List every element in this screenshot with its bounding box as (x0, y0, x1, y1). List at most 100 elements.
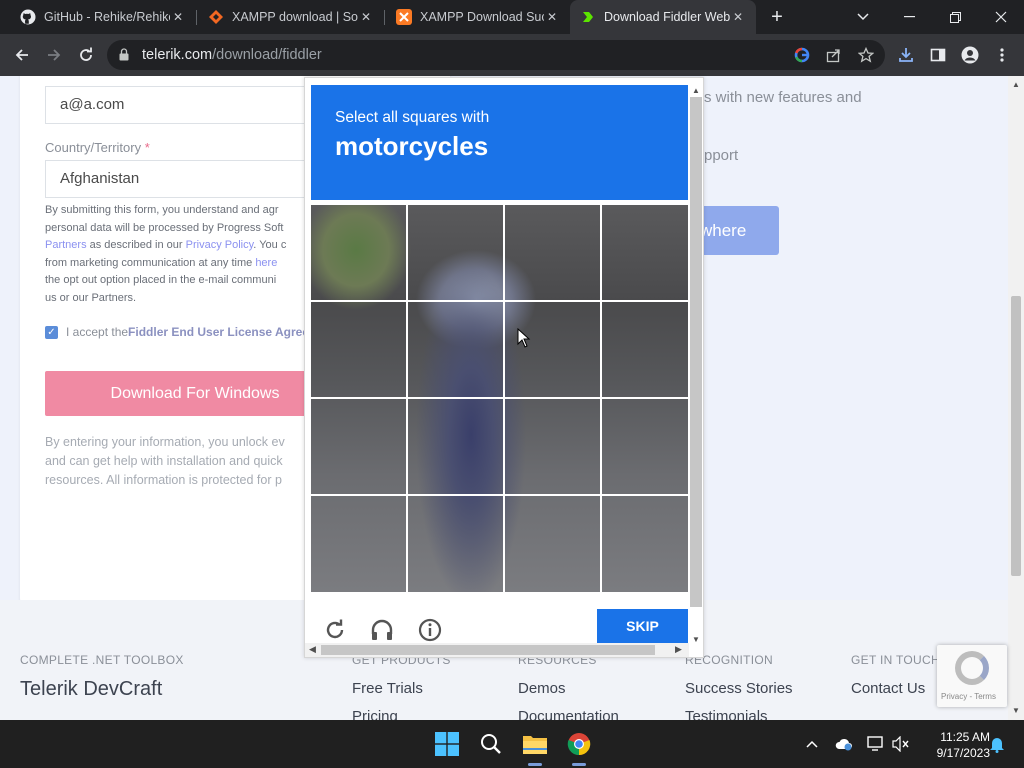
captcha-tile[interactable] (408, 496, 505, 592)
forward-button[interactable] (42, 43, 66, 67)
legal-text: personal data will be processed by Progr… (45, 221, 284, 234)
info-icon[interactable] (416, 616, 444, 644)
close-tab-icon[interactable]: ✕ (358, 9, 374, 25)
new-tab-button[interactable]: + (765, 5, 789, 29)
chrome-running-indicator (572, 763, 586, 766)
captcha-vscroll-thumb[interactable] (690, 97, 702, 607)
footer-link-demos[interactable]: Demos (518, 680, 566, 697)
onedrive-icon[interactable] (835, 735, 853, 753)
tab-title: GitHub - Rehike/Rehike (44, 10, 170, 24)
captcha-tile[interactable] (505, 205, 602, 302)
url-text[interactable]: telerik.com/download/fiddler (142, 47, 322, 63)
volume-muted-icon[interactable] (892, 735, 910, 753)
bookmark-star-icon[interactable] (857, 46, 875, 64)
kebab-menu-icon[interactable] (991, 44, 1013, 66)
footer-brand[interactable]: Telerik DevCraft (20, 678, 162, 701)
file-explorer-icon[interactable] (521, 730, 549, 758)
privacy-policy-link[interactable]: Privacy Policy (186, 239, 254, 251)
captcha-tile[interactable] (311, 496, 408, 592)
reload-button[interactable] (74, 43, 98, 67)
info-line: and can get help with installation and q… (45, 454, 283, 468)
close-window-button[interactable] (978, 0, 1024, 34)
captcha-hscroll[interactable]: ◀ ▶ (305, 643, 689, 657)
restore-button[interactable] (932, 0, 978, 34)
lock-icon[interactable] (119, 48, 129, 61)
captcha-tile[interactable] (505, 399, 602, 496)
close-tab-icon[interactable]: ✕ (544, 9, 560, 25)
scroll-right-arrow-icon[interactable]: ▶ (675, 644, 682, 655)
google-icon[interactable] (793, 46, 811, 64)
close-tab-icon[interactable]: ✕ (170, 9, 186, 25)
recaptcha-badge-text[interactable]: Privacy - Terms (941, 692, 996, 701)
reload-challenge-icon[interactable] (321, 616, 349, 644)
recaptcha-badge[interactable]: Privacy - Terms (937, 645, 1007, 707)
audio-challenge-icon[interactable] (368, 616, 396, 644)
close-tab-icon[interactable]: ✕ (730, 9, 746, 25)
minimize-button[interactable] (886, 0, 932, 34)
footer-link-contact-us[interactable]: Contact Us (851, 680, 925, 697)
captcha-tile[interactable] (408, 399, 505, 496)
partners-link[interactable]: Partners (45, 239, 87, 251)
footer-link-testimonials[interactable]: Testimonials (685, 708, 768, 720)
captcha-tile[interactable] (505, 496, 602, 592)
eula-link[interactable]: Fiddler End User License Agree (128, 325, 309, 339)
download-for-windows-button[interactable]: Download For Windows (45, 371, 345, 416)
footer-link-pricing[interactable]: Pricing (352, 708, 398, 720)
captcha-tile[interactable] (602, 496, 688, 592)
mouse-cursor-icon (517, 328, 531, 348)
eula-checkbox[interactable]: ✓ (45, 325, 58, 339)
scroll-up-arrow-icon[interactable]: ▲ (692, 86, 700, 95)
scroll-down-arrow-icon[interactable]: ▼ (692, 635, 700, 644)
side-panel-icon[interactable] (927, 44, 949, 66)
scroll-left-arrow-icon[interactable]: ◀ (309, 644, 316, 655)
captcha-header: Select all squares with motorcycles (311, 85, 688, 200)
legal-text: us or our Partners. (45, 291, 137, 304)
captcha-tile[interactable] (311, 205, 408, 302)
captcha-tile[interactable] (602, 302, 688, 399)
captcha-tile[interactable] (408, 302, 505, 399)
captcha-tile[interactable] (505, 302, 602, 399)
scroll-up-arrow-icon[interactable]: ▲ (1012, 80, 1020, 89)
footer-heading: GET IN TOUCH (851, 653, 940, 667)
tab-github[interactable]: GitHub - Rehike/Rehike ✕ (10, 0, 196, 34)
legal-text: as described in our (86, 239, 186, 252)
captcha-hscroll-thumb[interactable] (321, 645, 655, 655)
network-icon[interactable] (867, 735, 885, 753)
footer-link-documentation[interactable]: Documentation (518, 708, 619, 720)
notification-bell-icon[interactable] (988, 735, 1006, 753)
tab-xampp-success[interactable]: XAMPP Download Succ ✕ (386, 0, 570, 34)
system-clock[interactable]: 11:25 AM 9/17/2023 (918, 729, 990, 761)
scroll-down-arrow-icon[interactable]: ▼ (1012, 706, 1020, 715)
tab-fiddler[interactable]: Download Fiddler Web ✕ (570, 0, 756, 34)
back-button[interactable] (10, 43, 34, 67)
footer-link-free-trials[interactable]: Free Trials (352, 680, 423, 697)
legal-text: . You c (253, 239, 287, 252)
page-scrollbar-thumb[interactable] (1011, 296, 1021, 576)
page-scrollbar[interactable]: ▲ ▼ (1008, 76, 1024, 720)
recaptcha-challenge: Select all squares with motorcycles ▲ ▼ … (304, 77, 704, 658)
github-icon (20, 9, 36, 25)
tray-overflow-chevron-icon[interactable] (803, 735, 821, 753)
captcha-tile[interactable] (311, 302, 408, 399)
captcha-tile[interactable] (408, 205, 505, 302)
anywhere-button[interactable]: where (700, 206, 779, 255)
opt-out-here-link[interactable]: here (255, 257, 277, 269)
downloads-icon[interactable] (895, 44, 917, 66)
captcha-tile[interactable] (311, 399, 408, 496)
search-icon[interactable] (477, 730, 505, 758)
footer-link-success-stories[interactable]: Success Stories (685, 680, 793, 697)
captcha-tile[interactable] (602, 399, 688, 496)
legal-text: the opt out option placed in the e-mail … (45, 274, 277, 287)
info-line: resources. All information is protected … (45, 473, 282, 487)
skip-button[interactable]: SKIP (597, 609, 688, 643)
tab-xampp-sourceforge[interactable]: XAMPP download | Sou ✕ (198, 0, 384, 34)
address-bar[interactable]: telerik.com/download/fiddler (107, 40, 885, 70)
required-mark: * (144, 140, 150, 155)
chrome-icon[interactable] (565, 730, 593, 758)
share-icon[interactable] (825, 46, 843, 64)
windows-start-icon[interactable] (433, 730, 461, 758)
captcha-vscroll[interactable]: ▲ ▼ (689, 85, 703, 644)
profile-avatar-icon[interactable] (959, 44, 981, 66)
captcha-tile[interactable] (602, 205, 688, 302)
tab-search-chevron-icon[interactable] (840, 0, 886, 34)
